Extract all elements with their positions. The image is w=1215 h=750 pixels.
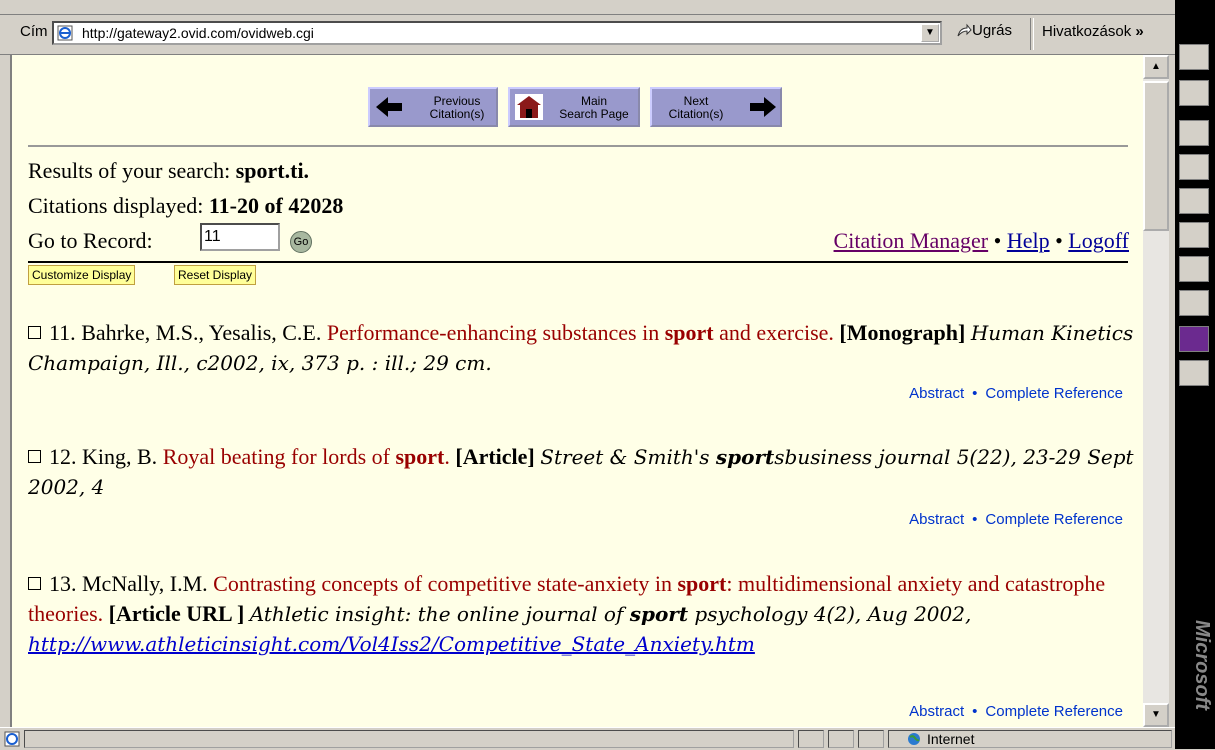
status-pane (858, 730, 884, 748)
record-url-link[interactable]: http://www.athleticinsight.com/Vol4Iss2/… (28, 632, 755, 656)
next-citations-button[interactable]: Next Citation(s) (650, 87, 782, 127)
results-label: Results of your search: (28, 158, 231, 183)
bullet-separator: • (972, 703, 978, 720)
status-text-pane (24, 730, 794, 748)
record-type: [Monograph] (839, 320, 966, 345)
scroll-thumb[interactable] (1143, 81, 1169, 231)
record-links: Abstract • Complete Reference (909, 703, 1123, 720)
go-label: Ugrás (972, 22, 1013, 39)
record-authors: McNally, I.M. (82, 571, 208, 596)
divider (28, 261, 1128, 263)
reset-display-button[interactable]: Reset Display (174, 265, 257, 285)
status-bar: Internet (0, 727, 1175, 750)
checklist-icon[interactable] (1179, 188, 1209, 214)
goto-go-button[interactable]: Go (290, 231, 312, 253)
record-title: Royal beating for lords of sport. (162, 444, 450, 469)
right-arrow-icon (750, 97, 776, 117)
main-search-page-button[interactable]: Main Search Page (508, 87, 640, 127)
left-arrow-icon (376, 97, 402, 117)
document-icon[interactable] (1179, 120, 1209, 146)
search-query: sport.ti. (235, 158, 310, 183)
links-label: Hivatkozások (1042, 23, 1132, 40)
address-input[interactable]: http://gateway2.ovid.com/ovidweb.cgi ▼ (52, 21, 942, 45)
card-icon[interactable] (1179, 222, 1209, 248)
record-item: 13. McNally, I.M. Contrasting concepts o… (28, 569, 1138, 659)
abstract-link[interactable]: Abstract (909, 385, 964, 402)
status-pane (798, 730, 824, 748)
globe-icon (908, 733, 920, 745)
record-item: 12. King, B. Royal beating for lords of … (28, 442, 1138, 502)
contact-icon[interactable] (1179, 256, 1209, 282)
next-label: Next Citation(s) (668, 94, 724, 121)
complete-reference-link[interactable]: Complete Reference (985, 385, 1123, 402)
zone-label: Internet (927, 731, 975, 747)
zone-pane: Internet (888, 730, 1172, 748)
record-number: 11. (49, 320, 76, 345)
address-dropdown-button[interactable]: ▼ (921, 24, 939, 42)
microsoft-brand: Microsoft (1191, 620, 1213, 710)
record-type: [Article] (455, 444, 535, 469)
record-links: Abstract • Complete Reference (909, 385, 1123, 402)
citations-range: 11-20 of 42028 (208, 193, 344, 218)
calendar-icon[interactable] (1179, 154, 1209, 180)
record-authors: King, B. (82, 444, 158, 469)
record-item: 11. Bahrke, M.S., Yesalis, C.E. Performa… (28, 318, 1138, 378)
toolbar-remnant (0, 0, 1175, 15)
complete-reference-link[interactable]: Complete Reference (985, 703, 1123, 720)
record-authors: Bahrke, M.S., Yesalis, C.E. (81, 320, 322, 345)
citation-manager-link[interactable]: Citation Manager (834, 228, 989, 253)
bullet-separator: • (972, 385, 978, 402)
scroll-down-icon[interactable]: ▼ (1143, 703, 1169, 727)
record-title: Performance-enhancing substances in spor… (326, 320, 834, 345)
top-links: Citation Manager • Help • Logoff (834, 228, 1129, 254)
citations-label: Citations displayed: (28, 193, 204, 218)
abstract-link[interactable]: Abstract (909, 703, 964, 720)
record-links: Abstract • Complete Reference (909, 511, 1123, 528)
citations-displayed-line: Citations displayed: 11-20 of 42028 (28, 193, 343, 219)
status-pane (828, 730, 854, 748)
record-type: [Article URL ] (108, 601, 245, 626)
bullet-separator: • (993, 228, 1002, 253)
bullet-separator: • (1055, 228, 1063, 253)
notepad-icon[interactable] (1179, 44, 1209, 70)
divider (28, 145, 1128, 147)
folder-open-icon[interactable] (1179, 80, 1209, 106)
links-button[interactable]: Hivatkozások » (1042, 23, 1144, 40)
goto-record-label: Go to Record: (28, 228, 153, 253)
page-viewport: Previous Citation(s) Main Search Page Ne… (10, 55, 1145, 727)
record-checkbox[interactable] (28, 326, 41, 339)
chevron-icon: » (1135, 23, 1144, 40)
vertical-scrollbar[interactable]: ▲ ▼ (1143, 55, 1169, 727)
go-arrow-icon (957, 23, 972, 37)
ie-page-icon (57, 25, 73, 41)
scroll-up-icon[interactable]: ▲ (1143, 55, 1169, 79)
goto-record-input[interactable] (200, 223, 280, 251)
ie-status-icon (4, 731, 20, 747)
address-bar: Cím http://gateway2.ovid.com/ovidweb.cgi… (0, 15, 1175, 55)
previous-citations-button[interactable]: Previous Citation(s) (368, 87, 498, 127)
logoff-link[interactable]: Logoff (1068, 228, 1129, 253)
address-label: Cím (20, 23, 48, 40)
abstract-link[interactable]: Abstract (909, 511, 964, 528)
main-search-label: Main Search Page (559, 94, 629, 121)
record-checkbox[interactable] (28, 577, 41, 590)
media-icon[interactable] (1179, 326, 1209, 352)
home-icon (515, 94, 543, 120)
note-icon[interactable] (1179, 290, 1209, 316)
complete-reference-link[interactable]: Complete Reference (985, 511, 1123, 528)
help-link[interactable]: Help (1007, 228, 1050, 253)
toolbar-separator (1030, 18, 1034, 50)
previous-label: Previous Citation(s) (429, 94, 485, 121)
drive-icon[interactable] (1179, 360, 1209, 386)
bullet-separator: • (972, 511, 978, 528)
search-results-line: Results of your search: sport.ti. (28, 158, 309, 184)
record-number: 12. (49, 444, 77, 469)
go-button[interactable]: Ugrás (956, 22, 1012, 39)
customize-display-button[interactable]: Customize Display (28, 265, 136, 285)
address-url: http://gateway2.ovid.com/ovidweb.cgi (82, 25, 314, 41)
record-number: 13. (49, 571, 77, 596)
record-source: Athletic insight: the online journal of … (249, 602, 972, 626)
record-checkbox[interactable] (28, 450, 41, 463)
